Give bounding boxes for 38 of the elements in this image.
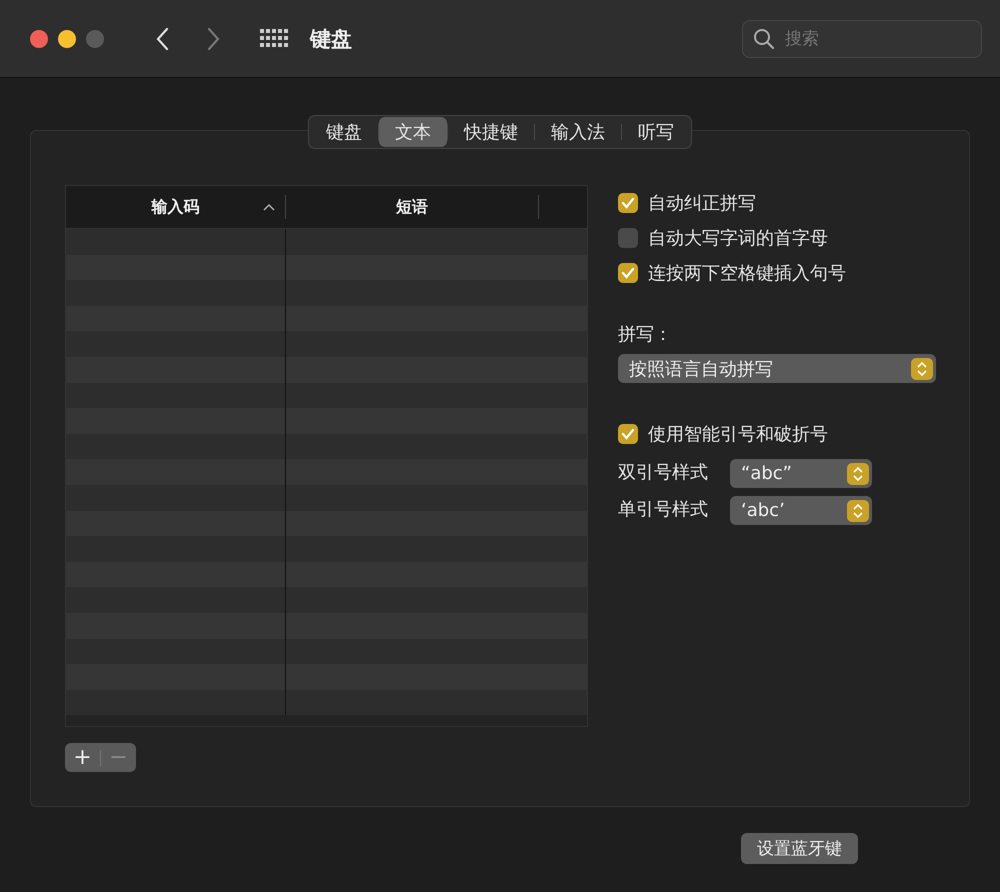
- tab[interactable]: 快捷键: [448, 117, 534, 147]
- column-title: 输入码: [152, 196, 200, 218]
- back-icon[interactable]: [156, 26, 170, 50]
- quote-style-label: 双引号样式: [618, 460, 709, 484]
- spelling-label: 拼写：: [618, 323, 673, 346]
- checkmark-icon: [621, 196, 635, 208]
- checkbox-label: 自动纠正拼写: [648, 192, 756, 214]
- checkbox-label: 自动大写字词的首字母: [648, 226, 828, 250]
- add-button[interactable]: +: [65, 746, 100, 768]
- checkbox[interactable]: [618, 192, 638, 212]
- search-field[interactable]: 搜索: [742, 20, 982, 58]
- tab[interactable]: 听写: [622, 117, 690, 147]
- checkbox-label: 连按两下空格键插入句号: [648, 262, 846, 284]
- window-title: 键盘: [310, 26, 352, 52]
- checkmark-icon: [621, 266, 635, 278]
- stepper-icon: [847, 462, 869, 484]
- checkmark-icon: [621, 428, 635, 440]
- column-header[interactable]: 短语: [286, 195, 539, 219]
- bluetooth-keyboard-button[interactable]: 设置蓝牙键: [741, 833, 858, 864]
- checkbox[interactable]: [618, 424, 638, 444]
- tab[interactable]: 文本: [379, 117, 447, 147]
- stepper-icon: [911, 358, 933, 380]
- checkbox[interactable]: [618, 262, 638, 282]
- quote-style-dropdown[interactable]: “abc”: [730, 459, 872, 488]
- tab[interactable]: 键盘: [310, 117, 378, 147]
- tab[interactable]: 输入法: [535, 117, 621, 147]
- spelling-dropdown[interactable]: 按照语言自动拼写: [618, 354, 936, 383]
- checkbox[interactable]: [618, 228, 638, 248]
- grid-icon[interactable]: [260, 28, 288, 48]
- minimize-button[interactable]: [58, 30, 76, 48]
- forward-icon[interactable]: [206, 26, 220, 50]
- stepper-icon: [847, 500, 869, 522]
- close-button[interactable]: [30, 30, 48, 48]
- column-title: 短语: [396, 196, 428, 218]
- column-header[interactable]: 输入码: [66, 195, 286, 219]
- checkbox-label: 使用智能引号和破折号: [648, 422, 828, 446]
- quote-style-label: 单引号样式: [618, 498, 709, 520]
- quote-style-dropdown[interactable]: ‘abc’: [730, 496, 872, 525]
